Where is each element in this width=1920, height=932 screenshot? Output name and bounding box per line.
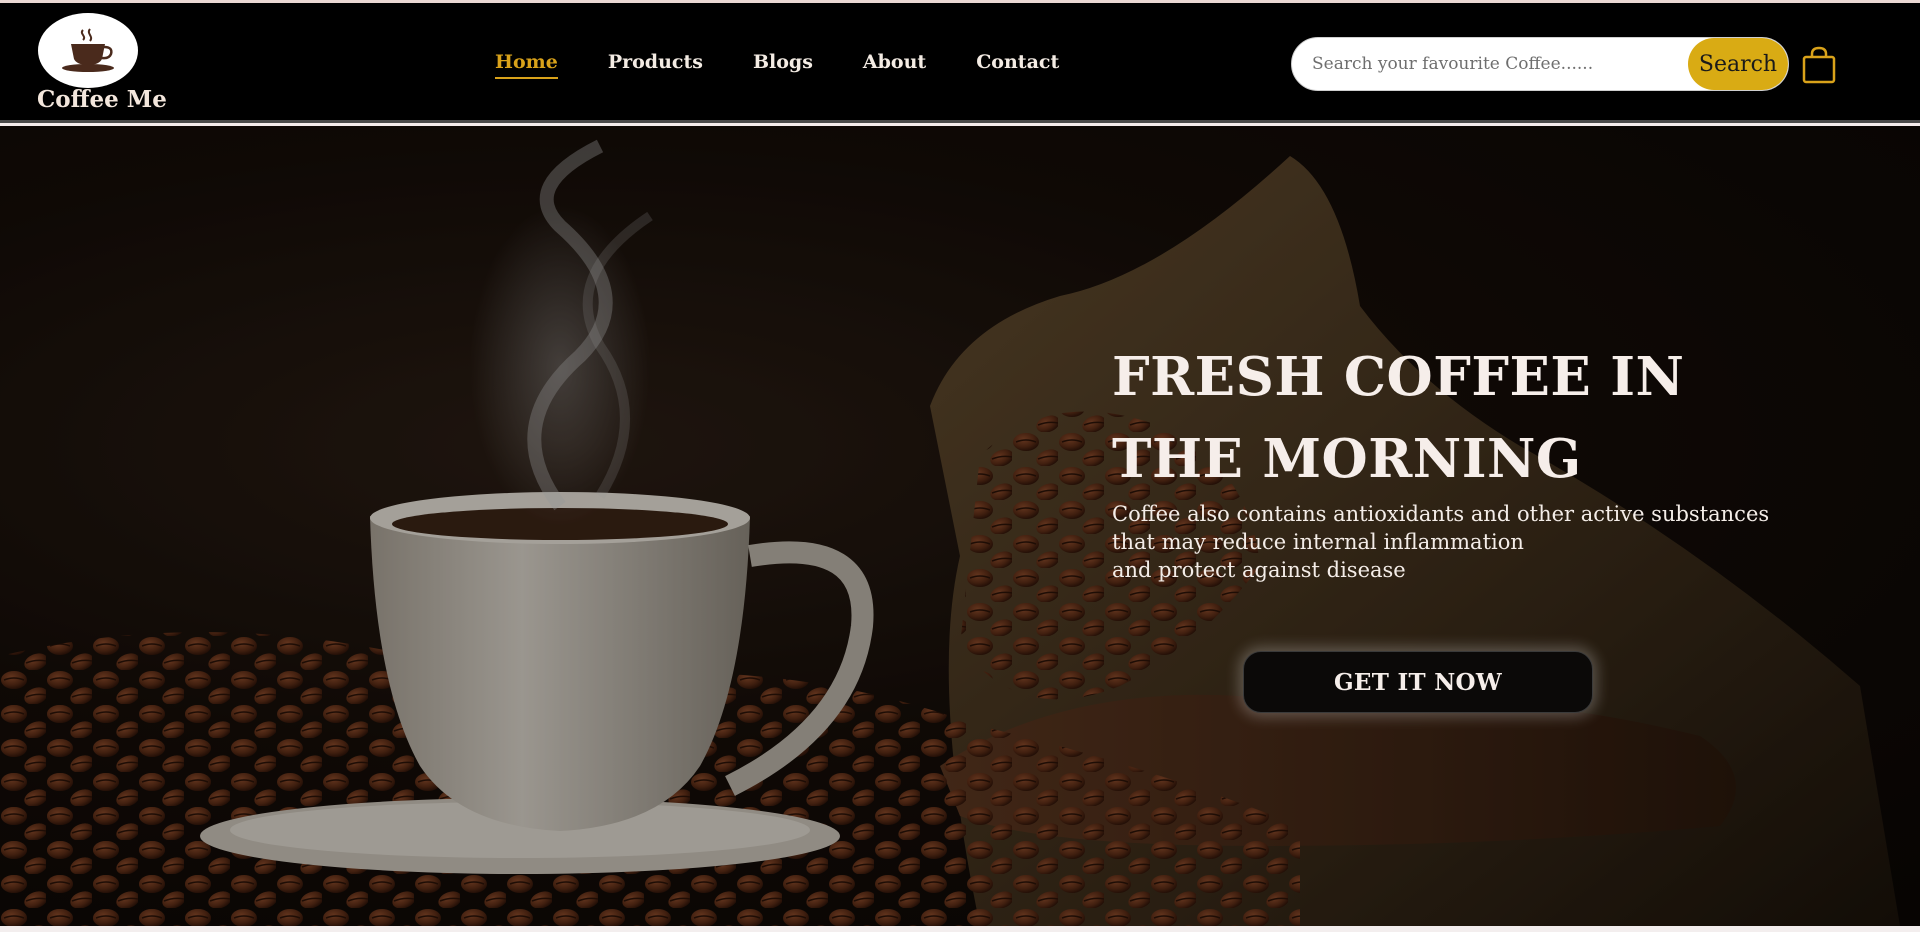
hero-section: FRESH COFFEE IN THE MORNING Coffee also … — [0, 126, 1920, 926]
hero-title-line-1: FRESH COFFEE IN — [1112, 346, 1685, 408]
logo-badge — [38, 13, 138, 88]
nav-home[interactable]: Home — [495, 51, 558, 79]
hero-title: FRESH COFFEE IN THE MORNING — [1112, 336, 1872, 500]
bottom-border — [0, 926, 1920, 932]
get-it-now-button[interactable]: GET IT NOW — [1243, 651, 1593, 713]
nav-blogs[interactable]: Blogs — [753, 51, 813, 73]
search-button[interactable]: Search — [1688, 38, 1788, 90]
main-nav: Home Products Blogs About Contact — [495, 51, 1109, 79]
nav-about[interactable]: About — [863, 51, 926, 73]
search-input[interactable] — [1292, 38, 1690, 90]
site-header: Coffee Me Home Products Blogs About Cont… — [0, 3, 1920, 123]
hero-desc-line-1: Coffee also contains antioxidants and ot… — [1112, 502, 1770, 526]
hero-desc-line-2: that may reduce internal inflammation — [1112, 530, 1524, 554]
shopping-bag-icon[interactable] — [1801, 45, 1837, 85]
coffee-cup-icon — [62, 27, 114, 72]
hero-description: Coffee also contains antioxidants and ot… — [1112, 500, 1832, 584]
brand-name: Coffee Me — [37, 86, 167, 113]
nav-products[interactable]: Products — [608, 51, 703, 73]
hero-desc-line-3: and protect against disease — [1112, 558, 1406, 582]
nav-contact[interactable]: Contact — [976, 51, 1059, 73]
brand-logo[interactable]: Coffee Me — [37, 13, 177, 118]
search-bar: Search — [1291, 37, 1789, 91]
hero-title-line-2: THE MORNING — [1112, 428, 1582, 490]
